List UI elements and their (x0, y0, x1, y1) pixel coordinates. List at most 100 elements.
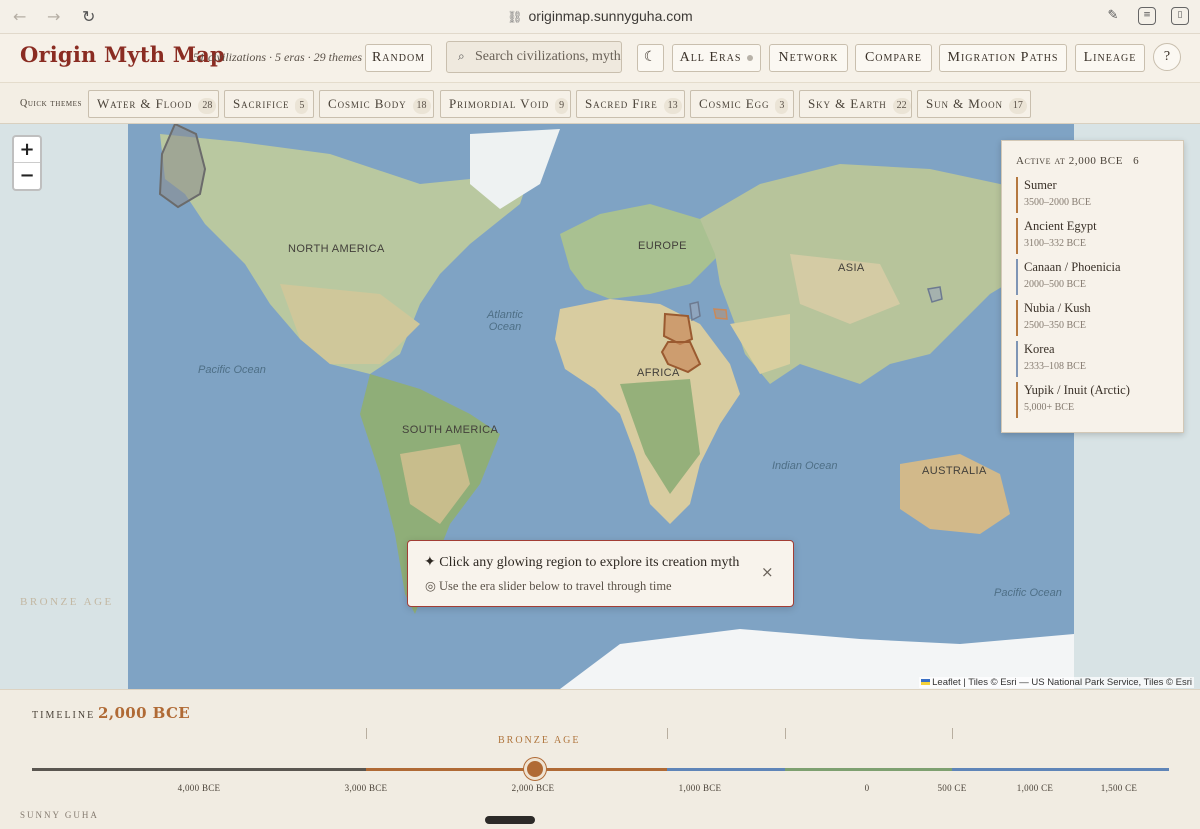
timeline-slider-thumb[interactable] (524, 758, 546, 780)
search-icon: ⌕ (458, 49, 465, 63)
theme-count-badge: 9 (555, 98, 569, 114)
timeline-track-medieval[interactable] (952, 768, 1169, 771)
compare-button[interactable]: Compare (855, 44, 932, 72)
migration-paths-button[interactable]: Migration Paths (939, 44, 1067, 72)
timeline-tick-label: 1,000 BCE (678, 783, 722, 793)
civ-name: Yupik / Inuit (Arctic) (1024, 383, 1130, 397)
random-button[interactable]: Random (365, 44, 432, 72)
timeline-track-classical[interactable] (785, 768, 952, 771)
link-icon: ⛓ (507, 10, 523, 24)
civ-name: Canaan / Phoenicia (1024, 260, 1121, 274)
active-civilizations-panel: Active at 2,000 BCE 6 Sumer 3500–2000 BCE … (1001, 140, 1184, 433)
hint-line-explore: ✦ Click any glowing region to explore it… (424, 555, 740, 570)
era-boundary-tick (366, 728, 367, 739)
civ-dates: 5,000+ BCE (1024, 402, 1075, 413)
timeline-tick-label: 2,000 BCE (511, 783, 555, 793)
era-select-label: All Eras (679, 50, 742, 65)
network-button[interactable]: Network (769, 44, 848, 72)
timeline-tick-label: 0 (864, 783, 870, 793)
label-south-america: SOUTH AMERICA (402, 424, 499, 436)
label-indian-ocean: Indian Ocean (772, 460, 838, 472)
settings-sliders-icon[interactable]: ≡ (1138, 7, 1156, 25)
civ-item-nubia-kush[interactable]: Nubia / Kush 2500–350 BCE (1016, 300, 1176, 336)
theme-chip-label: Sky & Earth (808, 96, 887, 111)
app-stats: 51 civilizations · 5 eras · 29 themes (193, 50, 362, 64)
active-panel-header: Active at 2,000 BCE 6 (1016, 155, 1139, 167)
theme-chip-label: Water & Flood (97, 96, 193, 111)
civ-item-korea[interactable]: Korea 2333–108 BCE (1016, 341, 1176, 377)
timeline-track-iron[interactable] (667, 768, 785, 771)
theme-chip-water-flood[interactable]: Water & Flood 28 (88, 90, 219, 118)
quick-themes-label: Quick themes (20, 98, 83, 109)
civ-dates: 3100–332 BCE (1024, 238, 1086, 249)
zoom-in-button[interactable]: + (14, 137, 40, 163)
theme-chip-cosmic-egg[interactable]: Cosmic Egg 3 (690, 90, 794, 118)
lineage-button[interactable]: Lineage (1075, 44, 1145, 72)
label-atlantic-ocean: Atlantic Ocean (486, 309, 524, 333)
civ-name: Nubia / Kush (1024, 301, 1091, 315)
timeline-tick-label: 500 CE (937, 783, 967, 793)
theme-chip-sun-moon[interactable]: Sun & Moon 17 (917, 90, 1031, 118)
search-box[interactable]: ⌕ (446, 41, 622, 73)
close-icon[interactable]: × (761, 563, 774, 581)
hint-line-slider: ◎ Use the era slider below to travel thr… (425, 579, 672, 593)
author-credit: SUNNY GUHA (20, 810, 99, 820)
civ-dates: 2000–500 BCE (1024, 279, 1086, 290)
hint-toast: ✦ Click any glowing region to explore it… (407, 540, 794, 607)
civ-dates: 2500–350 BCE (1024, 320, 1086, 331)
timeline-label: TIMELINE (32, 710, 96, 721)
timeline-tick-label: 3,000 BCE (344, 783, 388, 793)
address-bar[interactable]: ⛓ originmap.sunnyguha.com (0, 8, 1200, 24)
active-panel-title: Active at 2,000 BCE (1016, 155, 1124, 167)
theme-chip-primordial-void[interactable]: Primordial Void 9 (440, 90, 571, 118)
timeline-track-bronze[interactable] (366, 768, 667, 771)
timeline-panel: TIMELINE 2,000 BCE BRONZE AGE 4,000 BCE … (0, 689, 1200, 829)
theme-chip-label: Sun & Moon (926, 96, 1003, 111)
timeline-tick-label: 1,500 CE (1100, 783, 1138, 793)
label-asia: ASIA (838, 262, 865, 274)
civ-name: Sumer (1024, 178, 1057, 192)
help-button[interactable]: ? (1153, 43, 1181, 71)
theme-chip-sky-earth[interactable]: Sky & Earth 22 (799, 90, 912, 118)
label-africa: AFRICA (637, 367, 680, 379)
theme-count-badge: 13 (663, 98, 682, 114)
zoom-control: + − (12, 135, 42, 191)
label-pacific-ocean-west: Pacific Ocean (198, 364, 266, 376)
theme-chip-cosmic-body[interactable]: Cosmic Body 18 (319, 90, 434, 118)
zoom-out-button[interactable]: − (14, 163, 40, 189)
civ-item-sumer[interactable]: Sumer 3500–2000 BCE (1016, 177, 1176, 213)
map-attribution: Leaflet | Tiles © Esri — US National Par… (919, 677, 1194, 688)
era-boundary-tick (667, 728, 668, 739)
timeline-tick-label: 4,000 BCE (177, 783, 221, 793)
theme-count-badge: 18 (412, 98, 431, 114)
civ-name: Korea (1024, 342, 1055, 356)
attribution-text: Leaflet | Tiles © Esri — US National Par… (932, 677, 1192, 688)
theme-count-badge: 5 (295, 98, 309, 114)
theme-chip-sacrifice[interactable]: Sacrifice 5 (224, 90, 314, 118)
search-input[interactable] (475, 42, 621, 72)
sidebar-toggle-icon[interactable]: ▯ (1171, 7, 1189, 25)
civ-item-ancient-egypt[interactable]: Ancient Egypt 3100–332 BCE (1016, 218, 1176, 254)
era-boundary-tick (785, 728, 786, 739)
extension-icon[interactable]: ✎ (1104, 7, 1122, 25)
theme-count-badge: 22 (892, 98, 911, 114)
quick-themes-bar: Quick themes Water & Flood 28 Sacrifice 5 … (0, 82, 1200, 124)
timeline-tick-label: 1,000 CE (1016, 783, 1054, 793)
timeline-track-stone[interactable] (32, 768, 366, 771)
civ-item-canaan-phoenicia[interactable]: Canaan / Phoenicia 2000–500 BCE (1016, 259, 1176, 295)
theme-chip-label: Sacred Fire (585, 96, 658, 111)
civ-item-yupik-inuit[interactable]: Yupik / Inuit (Arctic) 5,000+ BCE (1016, 382, 1176, 418)
era-dot-icon (747, 54, 754, 61)
drag-handle[interactable] (485, 816, 535, 824)
civ-dates: 3500–2000 BCE (1024, 197, 1091, 208)
theme-chip-sacred-fire[interactable]: Sacred Fire 13 (576, 90, 685, 118)
current-era-name: BRONZE AGE (498, 735, 581, 746)
label-north-america: NORTH AMERICA (288, 243, 385, 255)
era-boundary-tick (952, 728, 953, 739)
dark-mode-toggle[interactable]: ☾ (637, 44, 664, 72)
theme-chip-label: Cosmic Egg (699, 96, 770, 111)
active-count: 6 (1133, 155, 1140, 167)
era-select[interactable]: All Eras (672, 44, 761, 72)
url-text: originmap.sunnyguha.com (528, 8, 693, 24)
theme-chip-label: Sacrifice (233, 96, 290, 111)
